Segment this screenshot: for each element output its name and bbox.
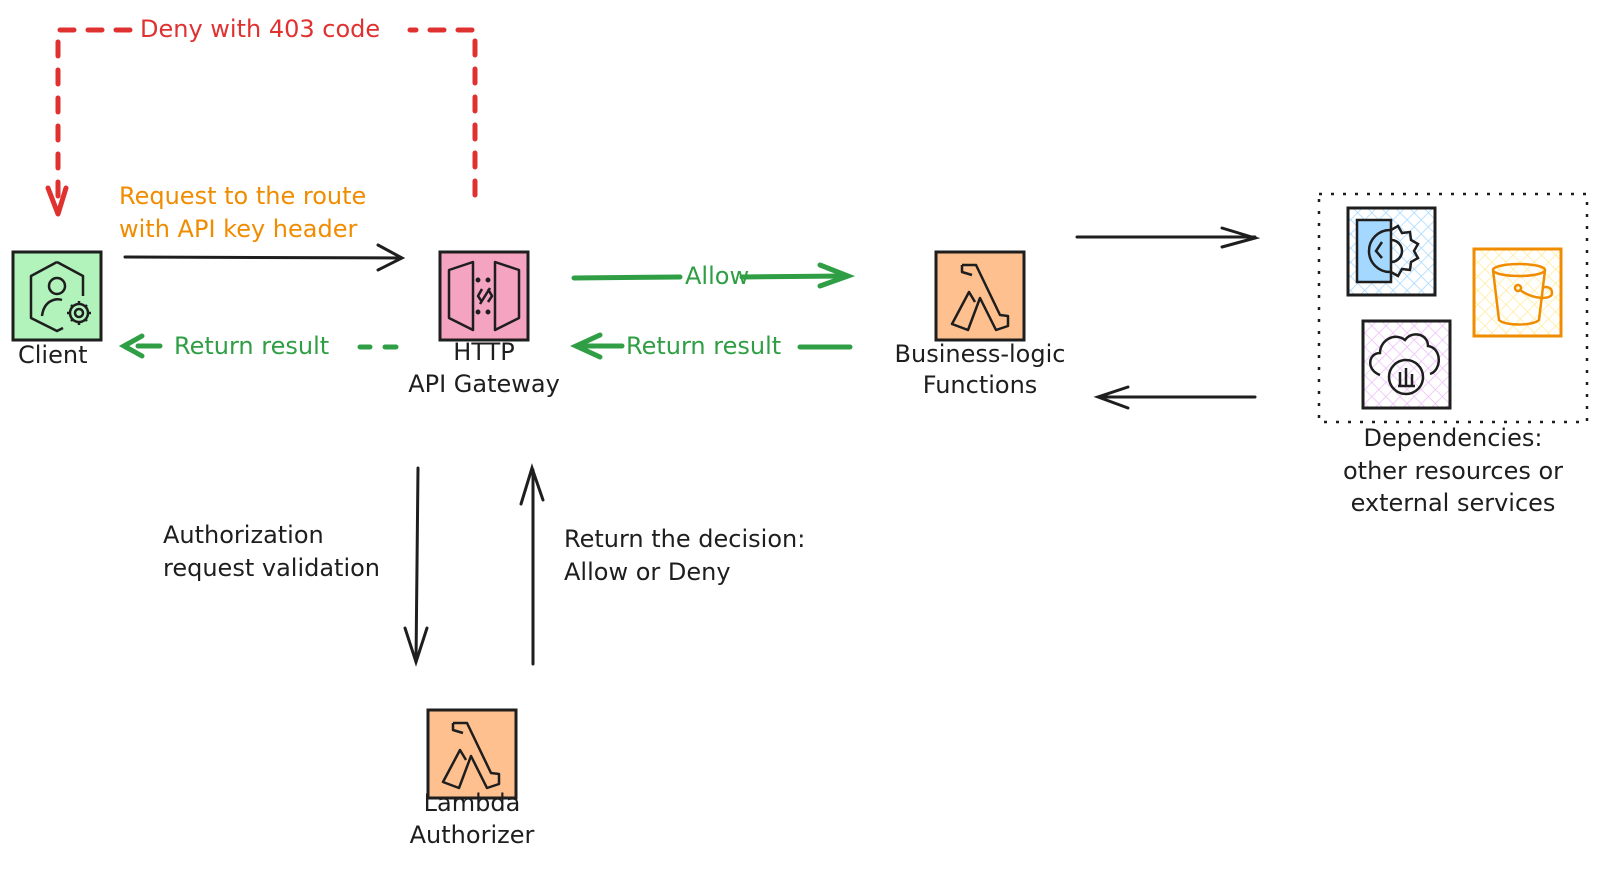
request-label-line2: with API key header <box>119 215 358 243</box>
authorizer-node[interactable] <box>426 708 518 800</box>
functions-node[interactable] <box>934 250 1026 342</box>
dependencies-label-line3: external services <box>1350 489 1556 517</box>
return-client-label: Return result <box>174 332 330 360</box>
gateway-node[interactable] <box>438 250 530 342</box>
deny-label: Deny with 403 code <box>140 15 381 43</box>
authorizer-label-line1: Lambda <box>423 789 521 817</box>
client-box <box>11 250 103 342</box>
functions-box <box>934 250 1026 342</box>
dependencies-group[interactable] <box>1317 192 1589 424</box>
gateway-label-line1: HTTP <box>453 338 515 366</box>
gateway-label-line2: API Gateway <box>408 370 560 398</box>
client-node[interactable] <box>11 250 103 342</box>
allow-label: Allow <box>685 262 750 290</box>
decision-label-line1: Return the decision: <box>564 525 806 553</box>
auth-request-arrow <box>403 466 429 667</box>
functions-label-line1: Business-logic <box>894 340 1066 368</box>
request-arrow <box>123 243 406 272</box>
dependencies-to-functions-arrow <box>1093 385 1257 410</box>
functions-to-dependencies-arrow <box>1075 226 1261 249</box>
functions-label-line2: Functions <box>922 371 1038 399</box>
deny-arrow <box>55 27 478 208</box>
decision-label-line2: Allow or Deny <box>564 558 731 586</box>
request-label-line1: Request to the route <box>119 182 367 210</box>
client-label: Client <box>18 341 88 369</box>
cloud-analytics-tile <box>1361 319 1452 410</box>
bucket-tile <box>1472 247 1563 338</box>
dependencies-label-line1: Dependencies: <box>1363 424 1543 452</box>
return-gateway-label: Return result <box>626 332 782 360</box>
config-gear-tile <box>1346 206 1437 297</box>
auth-request-label-line2: request validation <box>163 554 381 582</box>
authorizer-label-line2: Authorizer <box>409 821 535 849</box>
auth-request-label-line1: Authorization <box>163 521 324 549</box>
decision-arrow <box>519 463 545 666</box>
authorizer-box <box>426 708 518 800</box>
dependencies-label-line2: other resources or <box>1342 457 1564 485</box>
